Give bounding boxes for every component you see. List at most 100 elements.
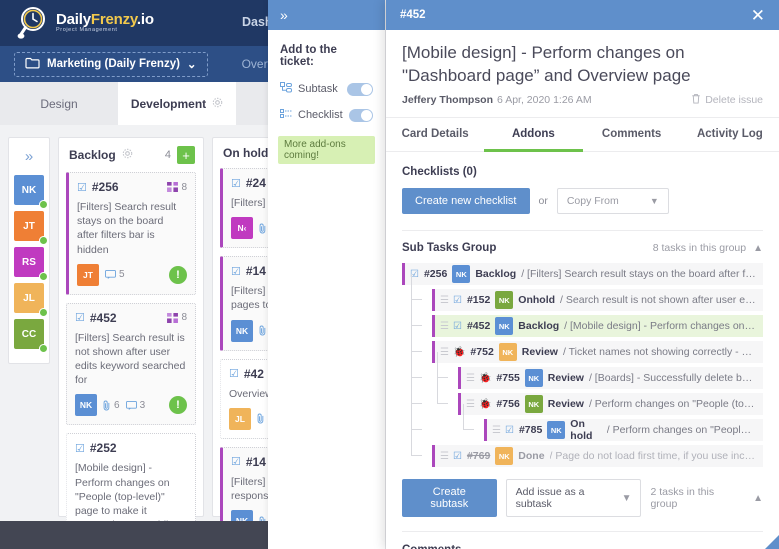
avatar[interactable]: NK <box>75 394 97 417</box>
toggle-subtask[interactable] <box>347 82 373 96</box>
subtask-row[interactable]: ☰ ☑ #452 NK Backlog / [Mobile design] - … <box>402 300 763 338</box>
avatar-initials: JL <box>23 292 35 304</box>
task-check-icon: ☑ <box>231 177 241 190</box>
subtasks-group-title: Sub Tasks Group <box>402 242 497 255</box>
addons-panel-title: Add to the ticket: <box>280 44 337 68</box>
copy-from-select[interactable]: Copy From ▼ <box>556 188 669 215</box>
gear-icon[interactable] <box>212 97 223 111</box>
avatar[interactable]: JT <box>14 211 48 245</box>
tab-addons[interactable]: Addons <box>484 118 583 153</box>
checklist-icon <box>280 108 292 122</box>
close-icon[interactable]: ✕ <box>751 7 765 24</box>
subtask-row[interactable]: ☰ 🐞 #752 NK Review / Ticket names not sh… <box>402 326 763 364</box>
tree-connector <box>411 274 422 301</box>
task-check-icon: ☑ <box>231 456 241 469</box>
drag-handle-icon[interactable]: ☰ <box>440 295 449 306</box>
subtask-row-content: ☰ ☑ #452 NK Backlog / [Mobile design] - … <box>435 315 763 338</box>
project-selector[interactable]: Marketing (Daily Frenzy) ⌄ <box>14 51 208 77</box>
add-issue-as-subtask-value: Add issue as a subtask <box>515 486 585 511</box>
addon-label-checklist: Checklist <box>298 109 343 121</box>
avatar[interactable]: JL <box>229 407 251 430</box>
create-subtask-button[interactable]: Create subtask <box>402 479 497 518</box>
chevron-up-icon[interactable]: ▲ <box>753 493 763 504</box>
avatar-initials: NK <box>235 325 249 336</box>
avatar[interactable]: N‹ <box>231 217 253 240</box>
attachment-count <box>257 413 265 424</box>
tab-activity-log[interactable]: Activity Log <box>681 118 779 152</box>
subtask-row[interactable]: ☰ ☑ #769 NK Done / Page do not load firs… <box>402 326 763 468</box>
task-check-icon: ☑ <box>452 320 462 332</box>
drag-handle-icon[interactable]: ☰ <box>466 373 475 384</box>
tree-connector <box>437 352 448 379</box>
brand-name-2: Frenzy <box>90 11 137 29</box>
expand-rail-icon[interactable]: » <box>25 144 33 175</box>
subtask-row[interactable]: ☰ ☑ #785 NK On hold / Perform changes on… <box>402 326 763 442</box>
expand-panel-icon[interactable]: » <box>280 7 288 23</box>
board-tab-design[interactable]: Design <box>0 82 118 125</box>
brand-wordmark: DailyFrenzy.io Project Management <box>56 12 154 34</box>
avatar[interactable]: NK <box>524 395 543 414</box>
column-header: Backlog 4 + <box>59 138 203 172</box>
chevron-down-icon: ⌄ <box>186 59 197 71</box>
add-issue-as-subtask-select[interactable]: Add issue as a subtask ▼ <box>505 479 642 518</box>
avatar[interactable]: NK <box>231 319 253 342</box>
subtask-row[interactable]: ☰ 🐞 #755 NK Review / [Boards] - Successf… <box>402 326 763 390</box>
subtasks-group2-count: 2 tasks in this group <box>650 486 715 511</box>
addon-row-checklist: Checklist <box>268 104 385 130</box>
avatar[interactable]: RS <box>14 247 48 281</box>
create-new-checklist-button[interactable]: Create new checklist <box>402 188 530 215</box>
issue-meta: Jeffery Thompson 6 Apr, 2020 1:26 AM Del… <box>386 87 779 119</box>
copy-from-value: Copy From <box>566 195 619 208</box>
tab-comments[interactable]: Comments <box>583 118 681 152</box>
avatar-initials: NK <box>550 425 562 435</box>
subtask-row[interactable]: ☰ 🐞 #756 NK Review / Perform changes on … <box>402 326 763 416</box>
toggle-checklist[interactable] <box>348 108 373 122</box>
board-tab-development[interactable]: Development <box>118 82 236 125</box>
avatar[interactable]: NK <box>495 291 514 310</box>
issue-author: Jeffery Thompson <box>402 94 494 107</box>
avatar[interactable]: NK <box>452 265 471 284</box>
tab-card-details[interactable]: Card Details <box>386 118 484 152</box>
gear-icon[interactable] <box>122 148 133 162</box>
avatar[interactable]: NK <box>498 343 517 362</box>
avatar[interactable]: NK <box>495 447 514 466</box>
avatar[interactable]: NK <box>547 421 566 440</box>
avatar-initials: NK <box>455 269 467 279</box>
checklist-controls: Create new checklist or Copy From ▼ <box>402 188 763 215</box>
brand-tagline: Project Management <box>56 27 118 34</box>
avatar[interactable]: NK <box>14 175 48 209</box>
brand-logo[interactable]: DailyFrenzy.io Project Management <box>16 6 216 40</box>
priority-badge: ! <box>169 396 187 415</box>
drag-handle-icon[interactable]: ☰ <box>440 451 449 462</box>
resize-corner-handle[interactable] <box>765 535 779 549</box>
board-card[interactable]: ☑ #452 8 [Filters] Search result is not … <box>66 302 196 426</box>
task-check-icon: ☑ <box>504 424 514 436</box>
card-id: #256 <box>91 180 119 194</box>
drag-handle-icon[interactable]: ☰ <box>440 321 449 332</box>
priority-badge: ! <box>169 265 187 284</box>
drag-handle-icon[interactable]: ☰ <box>492 425 501 436</box>
subtask-id: #152 <box>466 294 491 307</box>
avatar-initials: NK <box>498 451 510 461</box>
subtask-icon <box>280 82 292 96</box>
avatar[interactable]: NK <box>524 369 543 388</box>
avatar[interactable]: CC <box>14 319 48 353</box>
subtask-id: #769 <box>466 450 491 463</box>
add-card-button[interactable]: + <box>177 146 195 164</box>
subtask-row[interactable]: ☰ ☑ #152 NK Onhold / Search result is no… <box>402 274 763 312</box>
card-id: #252 <box>89 441 117 456</box>
delete-issue-button[interactable]: Delete issue <box>691 93 763 107</box>
issue-title: [Mobile design] - Perform changes on "Da… <box>402 43 691 85</box>
brand-name-3: .io <box>136 11 154 29</box>
task-check-icon: ☑ <box>452 294 462 306</box>
avatar[interactable]: NK <box>495 317 514 336</box>
task-check-icon: ☑ <box>231 265 241 278</box>
avatar[interactable]: JT <box>77 263 99 286</box>
card-id: #452 <box>89 310 117 325</box>
board-column-backlog: Backlog 4 + ☑ #256 8 [Filters] Search re… <box>58 137 204 549</box>
avatar[interactable]: JL <box>14 283 48 317</box>
subtask-row[interactable]: ☑ #256 NK Backlog / [Filters] Search res… <box>402 263 763 286</box>
attachment-count <box>259 325 267 336</box>
board-card[interactable]: ☑ #256 8 [Filters] Search result stays o… <box>66 172 196 295</box>
chevron-up-icon[interactable]: ▲ <box>753 243 763 254</box>
